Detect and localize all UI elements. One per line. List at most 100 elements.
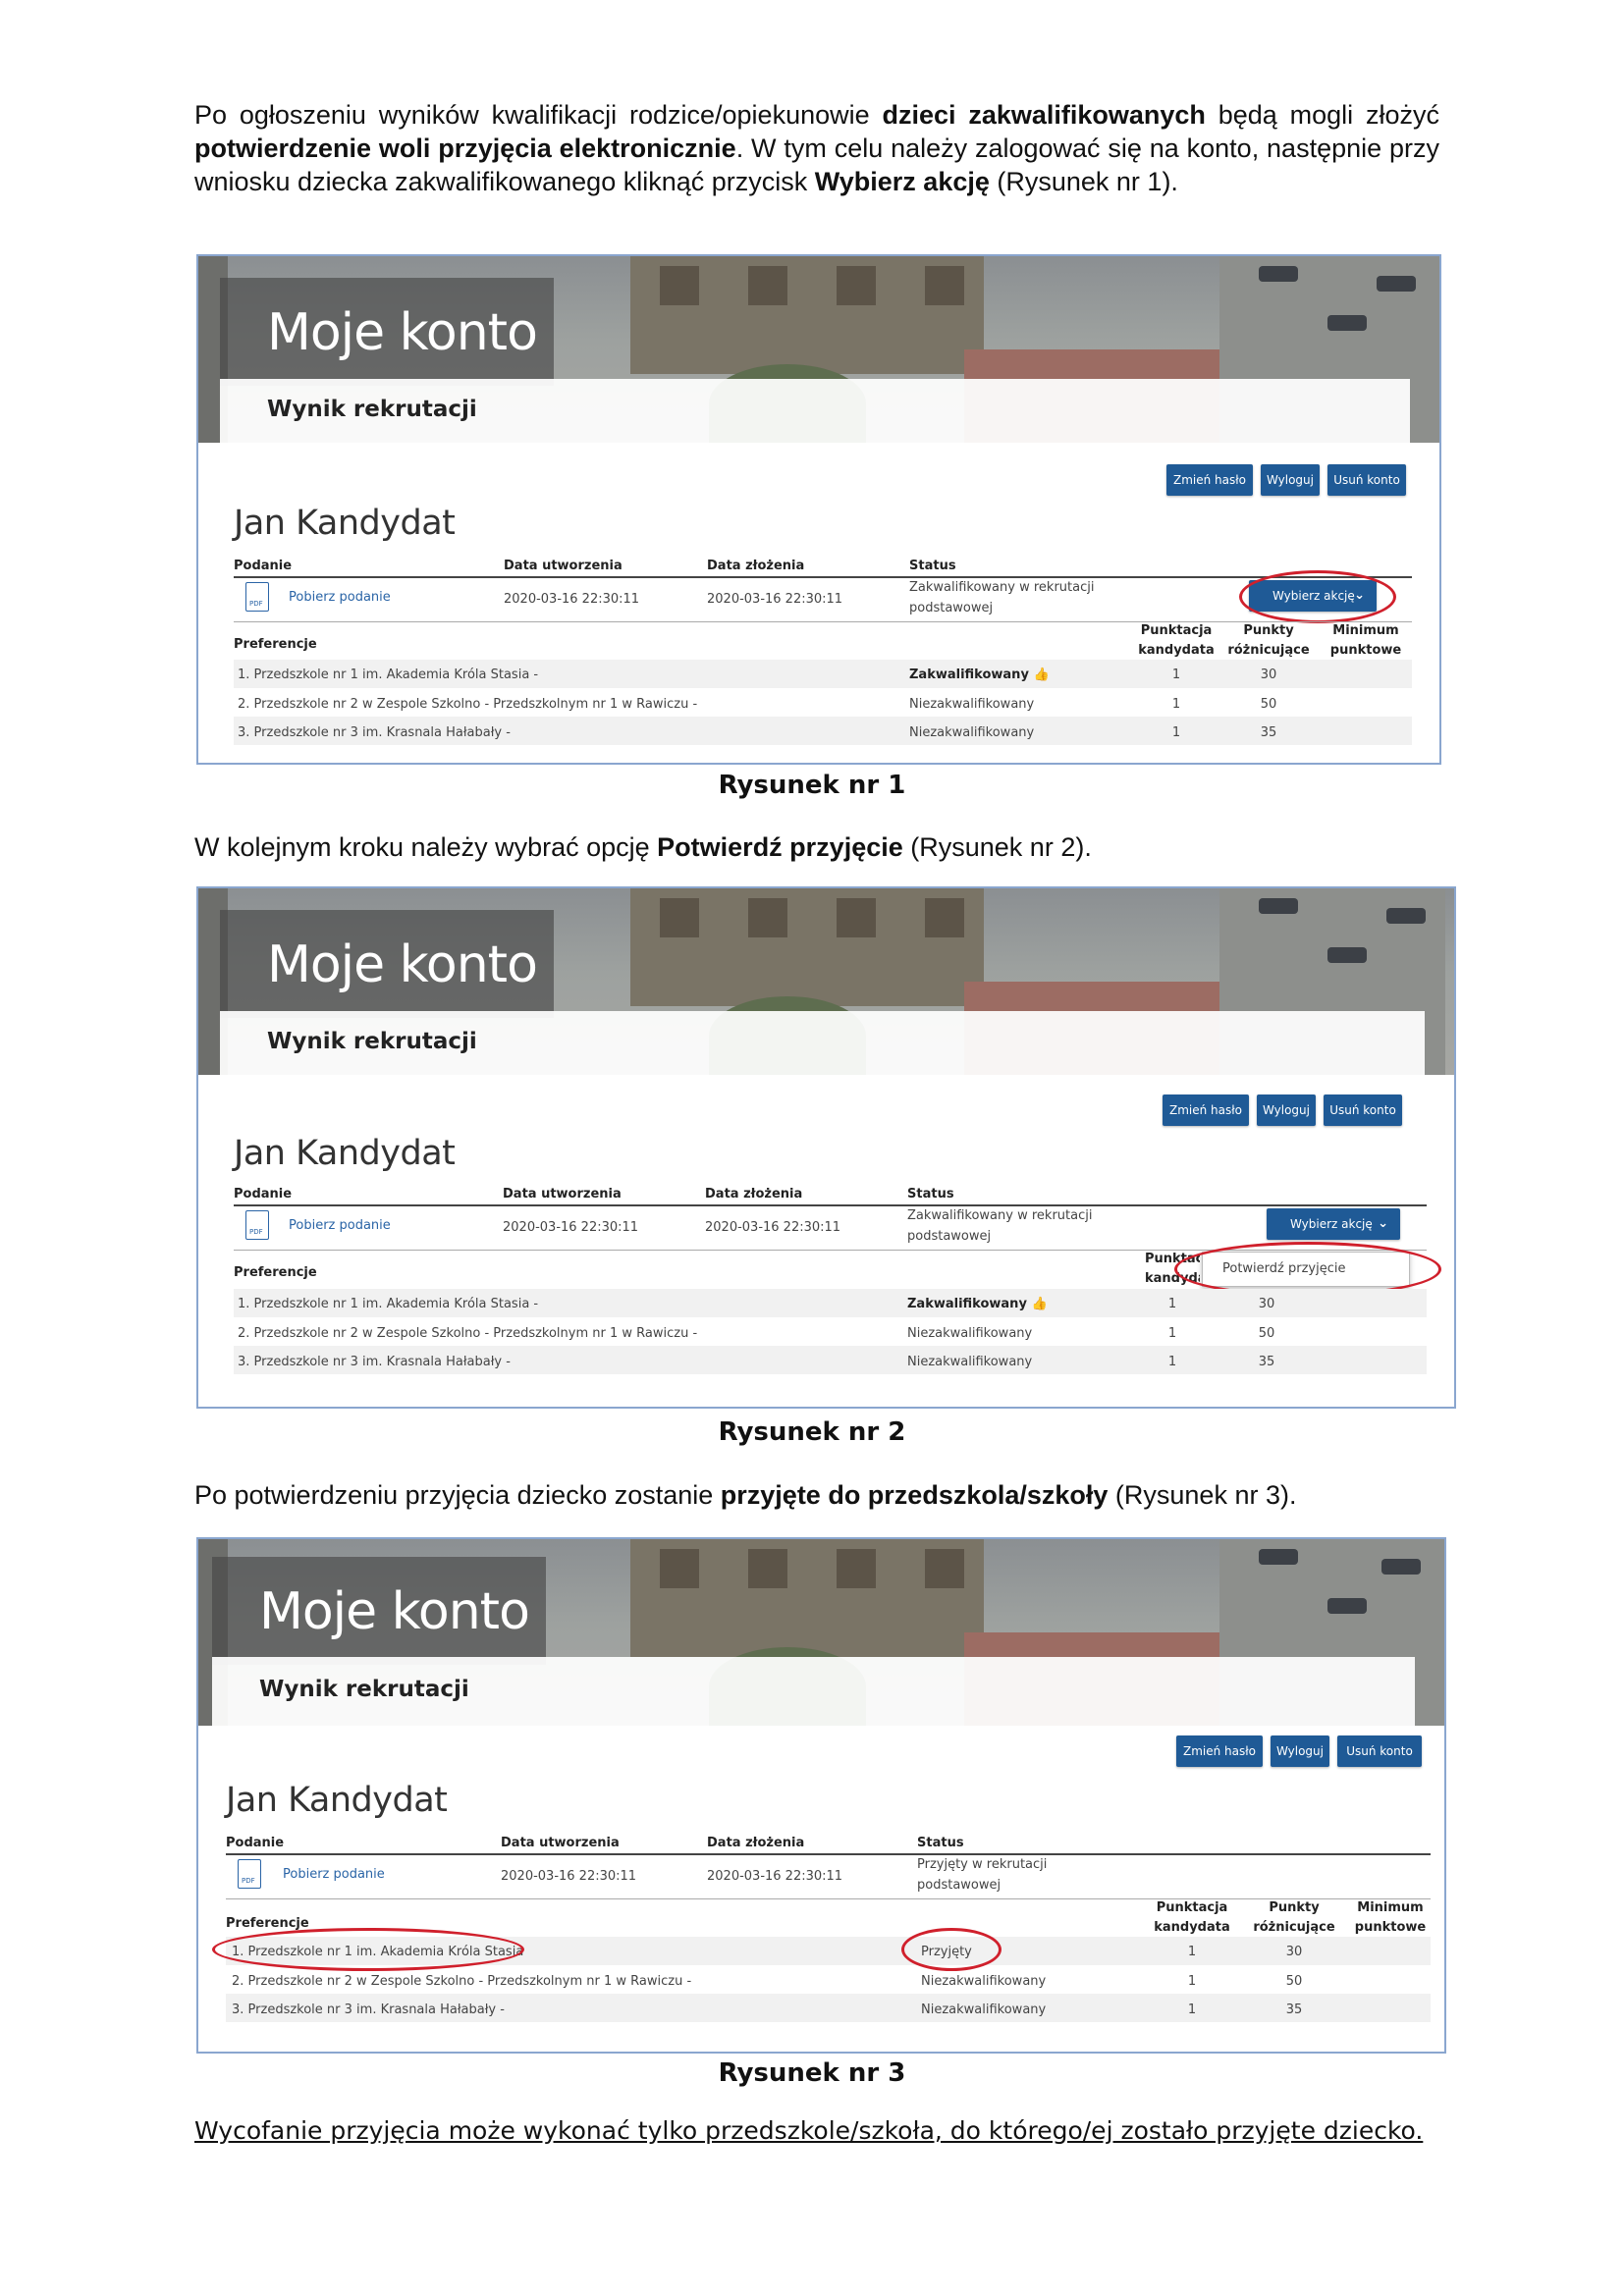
header-submitted: Data złożenia [707, 559, 805, 573]
header-created: Data utworzenia [503, 1187, 622, 1201]
delete-account-button[interactable]: Usuń konto [1324, 1095, 1402, 1126]
preference-row-1-points: 1 [1167, 1297, 1177, 1311]
hero-title-box: Moje konto [220, 278, 554, 386]
pdf-icon[interactable]: PDF [238, 1859, 261, 1889]
hero-banner: Moje konto Wynik rekrutacji [198, 256, 1439, 443]
header-podanie: Podanie [234, 1187, 293, 1201]
choose-action-dropdown[interactable]: Wybierz akcję ⌄ [1267, 1208, 1400, 1240]
preference-row-3-diff: 35 [1258, 1355, 1275, 1369]
logout-button[interactable]: Wyloguj [1271, 1735, 1329, 1767]
preference-row-3-status: Niezakwalifikowany [921, 2002, 1047, 2017]
highlight-ring-preference [212, 1928, 524, 1971]
col-points-diff: Punkty różnicujące [1227, 623, 1310, 658]
header-status: Status [907, 1187, 954, 1201]
intro-paragraph: Po ogłoszeniu wyników kwalifikacji rodzi… [194, 100, 1440, 196]
figure-3-screenshot: Moje konto Wynik rekrutacji Zmień hasło … [196, 1537, 1446, 2054]
preference-row-3-name: 3. Przedszkole nr 3 im. Krasnala Hałabał… [238, 725, 511, 740]
date-submitted: 2020-03-16 22:30:11 [705, 1220, 841, 1235]
header-podanie: Podanie [234, 559, 293, 573]
user-name: Jan Kandydat [226, 1781, 448, 1820]
hero-banner: Moje konto Wynik rekrutacji [198, 888, 1454, 1075]
date-created: 2020-03-16 22:30:11 [503, 1220, 639, 1235]
preference-row-2-name: 2. Przedszkole nr 2 w Zespole Szkolno - … [238, 697, 698, 712]
preference-row-1-diff: 30 [1258, 1297, 1275, 1311]
preference-row-2-status: Niezakwalifikowany [909, 697, 1035, 712]
change-password-button[interactable]: Zmień hasło [1176, 1735, 1263, 1767]
page-title: Moje konto [259, 1582, 530, 1641]
preference-row-3-points: 1 [1171, 725, 1181, 740]
date-submitted: 2020-03-16 22:30:11 [707, 592, 843, 607]
page-subtitle: Wynik rekrutacji [267, 397, 477, 422]
hero-title-box: Moje konto [212, 1557, 546, 1665]
preference-row-3-points: 1 [1167, 1355, 1177, 1369]
application-status-line2: podstawowej [909, 601, 994, 615]
page-subtitle: Wynik rekrutacji [259, 1677, 469, 1702]
figure-2-caption: Rysunek nr 2 [718, 1417, 906, 1447]
date-created: 2020-03-16 22:30:11 [501, 1869, 637, 1884]
preference-row-3-status: Niezakwalifikowany [909, 725, 1035, 740]
preference-row-2-status: Niezakwalifikowany [921, 1974, 1047, 1989]
change-password-button[interactable]: Zmień hasło [1163, 1095, 1249, 1126]
preference-row-2-points: 1 [1167, 1326, 1177, 1341]
application-status-line1: Zakwalifikowany w rekrutacji [909, 580, 1095, 595]
preference-row-1-diff: 30 [1285, 1945, 1303, 1959]
delete-account-button[interactable]: Usuń konto [1337, 1735, 1422, 1767]
preference-row-1-points: 1 [1187, 1945, 1197, 1959]
header-podanie: Podanie [226, 1836, 285, 1850]
final-note: Wycofanie przyjęcia może wykonać tylko p… [194, 2116, 1424, 2145]
highlight-ring [1239, 570, 1396, 623]
date-created: 2020-03-16 22:30:11 [504, 592, 640, 607]
col-points-candidate: Punktacjakandydata [1154, 1900, 1230, 1935]
preferences-label: Preferencje [226, 1916, 309, 1931]
header-status: Status [909, 559, 956, 573]
application-status-line2: podstawowej [917, 1878, 1001, 1893]
pdf-icon[interactable]: PDF [245, 582, 269, 612]
chevron-down-icon: ⌄ [1378, 1216, 1388, 1231]
preference-row-1-status: Zakwalifikowany 👍 [907, 1297, 1048, 1311]
delete-account-button[interactable]: Usuń konto [1327, 464, 1406, 496]
hero-subtitle-box: Wynik rekrutacji [220, 1011, 1425, 1075]
header-status: Status [917, 1836, 964, 1850]
download-application-link[interactable]: Pobierz podanie [289, 1218, 391, 1233]
header-submitted: Data złożenia [707, 1836, 805, 1850]
hero-banner: Moje konto Wynik rekrutacji [198, 1539, 1444, 1726]
hero-subtitle-box: Wynik rekrutacji [212, 1657, 1415, 1726]
header-created: Data utworzenia [504, 559, 623, 573]
preference-row-3-diff: 35 [1260, 725, 1277, 740]
preference-row-3-name: 3. Przedszkole nr 3 im. Krasnala Hałabał… [238, 1355, 511, 1369]
preference-row-3-status: Niezakwalifikowany [907, 1355, 1033, 1369]
preference-row-3-diff: 35 [1285, 2002, 1303, 2017]
preference-row-2-name: 2. Przedszkole nr 2 w Zespole Szkolno - … [238, 1326, 698, 1341]
pdf-icon[interactable]: PDF [245, 1210, 269, 1240]
download-application-link[interactable]: Pobierz podanie [283, 1867, 385, 1882]
preference-row-2-diff: 50 [1260, 697, 1277, 712]
page-subtitle: Wynik rekrutacji [267, 1029, 477, 1054]
application-status-line1: Zakwalifikowany w rekrutacji [907, 1208, 1093, 1223]
preference-row-1-name: 1. Przedszkole nr 1 im. Akademia Króla S… [238, 667, 539, 682]
hero-title-box: Moje konto [220, 910, 554, 1018]
thumb-up-icon: 👍 [1031, 1297, 1048, 1311]
step3-paragraph: Po potwierdzeniu przyjęcia dziecko zosta… [194, 1480, 1297, 1510]
preference-row-2-status: Niezakwalifikowany [907, 1326, 1033, 1341]
preference-row-2-name: 2. Przedszkole nr 2 w Zespole Szkolno - … [232, 1974, 692, 1989]
date-submitted: 2020-03-16 22:30:11 [707, 1869, 843, 1884]
step2-paragraph: W kolejnym kroku należy wybrać opcję Pot… [194, 832, 1092, 862]
logout-button[interactable]: Wyloguj [1257, 1095, 1316, 1126]
preference-row-2-points: 1 [1187, 1974, 1197, 1989]
hero-subtitle-box: Wynik rekrutacji [220, 379, 1410, 443]
page-title: Moje konto [267, 935, 538, 994]
header-created: Data utworzenia [501, 1836, 620, 1850]
preference-row-1-name: 1. Przedszkole nr 1 im. Akademia Króla S… [238, 1297, 539, 1311]
page-title: Moje konto [267, 303, 538, 362]
download-application-link[interactable]: Pobierz podanie [289, 590, 391, 605]
col-min-points: Minimum punktowe [1329, 623, 1402, 658]
preference-row-1-points: 1 [1171, 667, 1181, 682]
change-password-button[interactable]: Zmień hasło [1166, 464, 1253, 496]
logout-button[interactable]: Wyloguj [1261, 464, 1320, 496]
preference-row-2-diff: 50 [1285, 1974, 1303, 1989]
col-points-candidate: Punktacjakandydata [1138, 623, 1215, 658]
preference-row-3-name: 3. Przedszkole nr 3 im. Krasnala Hałabał… [232, 2002, 505, 2017]
thumb-up-icon: 👍 [1033, 667, 1050, 682]
figure-1-caption: Rysunek nr 1 [718, 771, 906, 800]
preference-row-3-points: 1 [1187, 2002, 1197, 2017]
